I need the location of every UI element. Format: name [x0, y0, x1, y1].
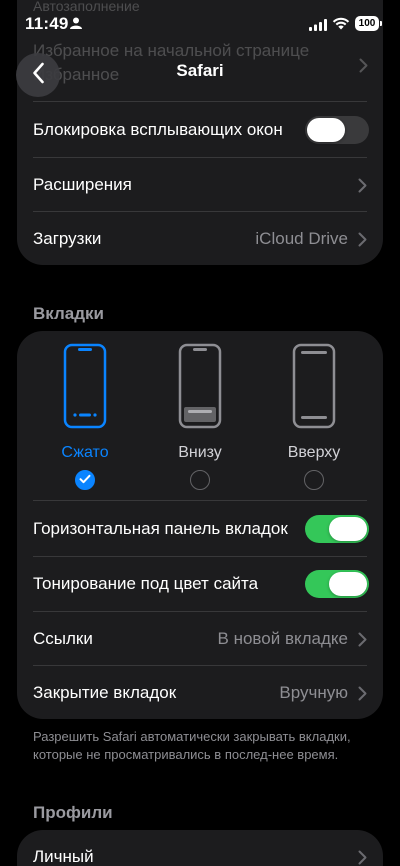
- tab-layout-label: Сжато: [61, 444, 109, 461]
- profiles-section-header: Профили: [33, 803, 113, 822]
- downloads-label: Загрузки: [33, 229, 102, 248]
- chevron-right-icon: [358, 178, 367, 198]
- popup-blocker-row[interactable]: Блокировка всплывающих окон: [33, 103, 383, 157]
- toggle-knob: [329, 517, 367, 541]
- toggle-knob: [329, 572, 367, 596]
- tabs-settings-card: Сжато Внизу Вверху Горизонтальная панель…: [17, 331, 383, 719]
- tabs-section-header: Вкладки: [33, 304, 104, 323]
- battery-icon: 100: [355, 16, 382, 31]
- separator: [33, 500, 367, 501]
- chevron-right-icon: [358, 232, 367, 252]
- tab-layout-radio[interactable]: [75, 470, 95, 490]
- links-row[interactable]: Ссылки В новой вкладке: [33, 612, 383, 666]
- website-tinting-label: Тонирование под цвет сайта: [33, 574, 259, 593]
- links-label: Ссылки: [33, 629, 93, 648]
- toggle-knob: [307, 118, 345, 142]
- website-tinting-toggle[interactable]: [305, 570, 369, 598]
- links-value: В новой вкладке: [217, 629, 348, 648]
- status-time: 11:49: [25, 14, 69, 33]
- tab-layout-radio[interactable]: [190, 470, 210, 490]
- chevron-right-icon: [358, 632, 367, 652]
- person-icon: [70, 16, 82, 34]
- chevron-right-icon: [358, 686, 367, 706]
- extensions-label: Расширения: [33, 175, 132, 194]
- phone-top-bar-icon: [274, 343, 354, 434]
- phone-compact-icon: [45, 343, 125, 434]
- downloads-value: iCloud Drive: [255, 229, 348, 248]
- cellular-signal-icon: [309, 18, 327, 36]
- landscape-tab-bar-row[interactable]: Горизонтальная панель вкладок: [33, 502, 383, 556]
- profiles-card: Личный: [17, 830, 383, 866]
- popup-blocker-toggle[interactable]: [305, 116, 369, 144]
- tab-layout-label: Вверху: [287, 444, 341, 461]
- tab-layout-radio[interactable]: [304, 470, 324, 490]
- close-tabs-label: Закрытие вкладок: [33, 683, 177, 702]
- separator: [33, 101, 367, 102]
- profile-personal-row[interactable]: Личный: [33, 830, 383, 866]
- page-title: Safari: [176, 61, 224, 80]
- status-bar: 11:49 100: [0, 0, 400, 50]
- phone-bottom-bar-icon: [160, 343, 240, 434]
- close-tabs-row[interactable]: Закрытие вкладок Вручную: [33, 666, 383, 720]
- extensions-row[interactable]: Расширения: [33, 158, 383, 212]
- settings-screen: 11:49 100 Блокировка всплывающих окон Ра…: [0, 0, 400, 866]
- tab-layout-label: Внизу: [178, 444, 222, 461]
- close-tabs-footer-note: Разрешить Safari автоматически закрывать…: [33, 729, 351, 762]
- tab-layout-compact-option[interactable]: Сжато: [45, 343, 125, 490]
- downloads-row[interactable]: Загрузки iCloud Drive: [33, 212, 383, 266]
- website-tinting-row[interactable]: Тонирование под цвет сайта: [33, 557, 383, 611]
- landscape-tab-bar-toggle[interactable]: [305, 515, 369, 543]
- landscape-tab-bar-label: Горизонтальная панель вкладок: [33, 519, 288, 538]
- popup-blocker-label: Блокировка всплывающих окон: [33, 120, 283, 139]
- navigation-bar: Safari: [0, 50, 400, 97]
- chevron-right-icon: [358, 850, 367, 866]
- profile-personal-label: Личный: [33, 847, 94, 866]
- checkmark-icon: [79, 471, 91, 489]
- wifi-icon: [332, 16, 350, 35]
- close-tabs-value: Вручную: [279, 683, 348, 702]
- tab-layout-top-option[interactable]: Вверху: [274, 343, 354, 490]
- tab-layout-bottom-option[interactable]: Внизу: [160, 343, 240, 490]
